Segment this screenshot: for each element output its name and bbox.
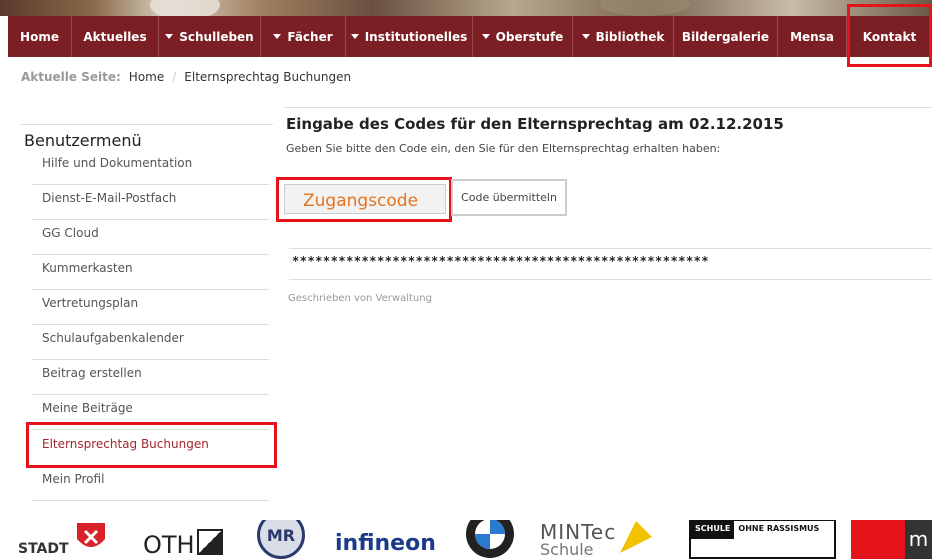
infineon-logo[interactable]: infineon [335, 520, 445, 559]
header-banner-image [0, 0, 932, 16]
nav-schulleben[interactable]: Schulleben [159, 16, 261, 57]
caret-down-icon [350, 34, 359, 39]
mr-logo[interactable]: MR [257, 520, 309, 559]
oth-logo[interactable]: OTH [143, 520, 233, 559]
schule-ohne-rassismus-logo[interactable]: SCHULE OHNE RASSISMUS [689, 520, 836, 559]
mintec-logo[interactable]: MINTec Schule [540, 520, 670, 559]
caret-down-icon [165, 34, 174, 39]
sidebar-item-vertretungsplan[interactable]: Vertretungsplan [32, 290, 269, 325]
sidebar-item-dienst-email[interactable]: Dienst-E-Mail-Postfach [32, 185, 269, 220]
sidebar-item-schulaufgabenkalender[interactable]: Schulaufgabenkalender [32, 325, 269, 360]
highlight-elternsprechtag [26, 422, 277, 468]
nav-faecher[interactable]: Fächer [261, 16, 346, 57]
breadcrumb: Aktuelle Seite: Home / Elternsprechtag B… [21, 70, 351, 84]
sidebar-item-gg-cloud[interactable]: GG Cloud [32, 220, 269, 255]
author-note: Geschrieben von Verwaltung [288, 293, 432, 304]
breadcrumb-current: Elternsprechtag Buchungen [184, 70, 352, 84]
nav-aktuelles[interactable]: Aktuelles [72, 16, 159, 57]
bmw-emblem-icon [466, 520, 514, 558]
crest-icon [76, 523, 105, 547]
sidebar-item-mein-profil[interactable]: Mein Profil [32, 466, 269, 501]
breadcrumb-separator: / [172, 70, 177, 84]
sidebar-title: Benutzermenü [24, 131, 142, 150]
sidebar-item-beitrag-erstellen[interactable]: Beitrag erstellen [32, 360, 269, 395]
caret-down-icon [481, 34, 490, 39]
instruction-text: Geben Sie bitte den Code ein, den Sie fü… [286, 142, 721, 155]
submit-code-button[interactable]: Code übermitteln [451, 179, 567, 216]
nav-institutionelles[interactable]: Institutionelles [346, 16, 473, 57]
caret-down-icon [273, 34, 282, 39]
highlight-code-input [276, 177, 452, 222]
sidebar-item-hilfe[interactable]: Hilfe und Dokumentation [32, 150, 269, 185]
sidebar-item-kummerkasten[interactable]: Kummerkasten [32, 255, 269, 290]
bmw-logo[interactable] [465, 520, 517, 559]
nav-bildergalerie[interactable]: Bildergalerie [674, 16, 778, 57]
star-icon [620, 521, 653, 553]
nav-home[interactable]: Home [8, 16, 72, 57]
main-navigation: Home Aktuelles Schulleben Fächer Institu… [8, 16, 932, 57]
breadcrumb-label: Aktuelle Seite: [21, 70, 121, 84]
page-title: Eingabe des Codes für den Elternsprechta… [286, 115, 784, 133]
breadcrumb-home-link[interactable]: Home [129, 70, 164, 84]
masked-content: ****************************************… [292, 254, 710, 268]
highlight-kontakt [847, 4, 932, 67]
nav-bibliothek[interactable]: Bibliothek [573, 16, 674, 57]
caret-down-icon [581, 34, 590, 39]
nav-mensa[interactable]: Mensa [778, 16, 847, 57]
m-logo[interactable]: m [851, 520, 932, 559]
stadt-logo[interactable]: STADT [18, 520, 108, 559]
nav-oberstufe[interactable]: Oberstufe [473, 16, 573, 57]
partner-logos: STADT OTH MR infineon MINTec Schule SCHU… [0, 520, 932, 559]
